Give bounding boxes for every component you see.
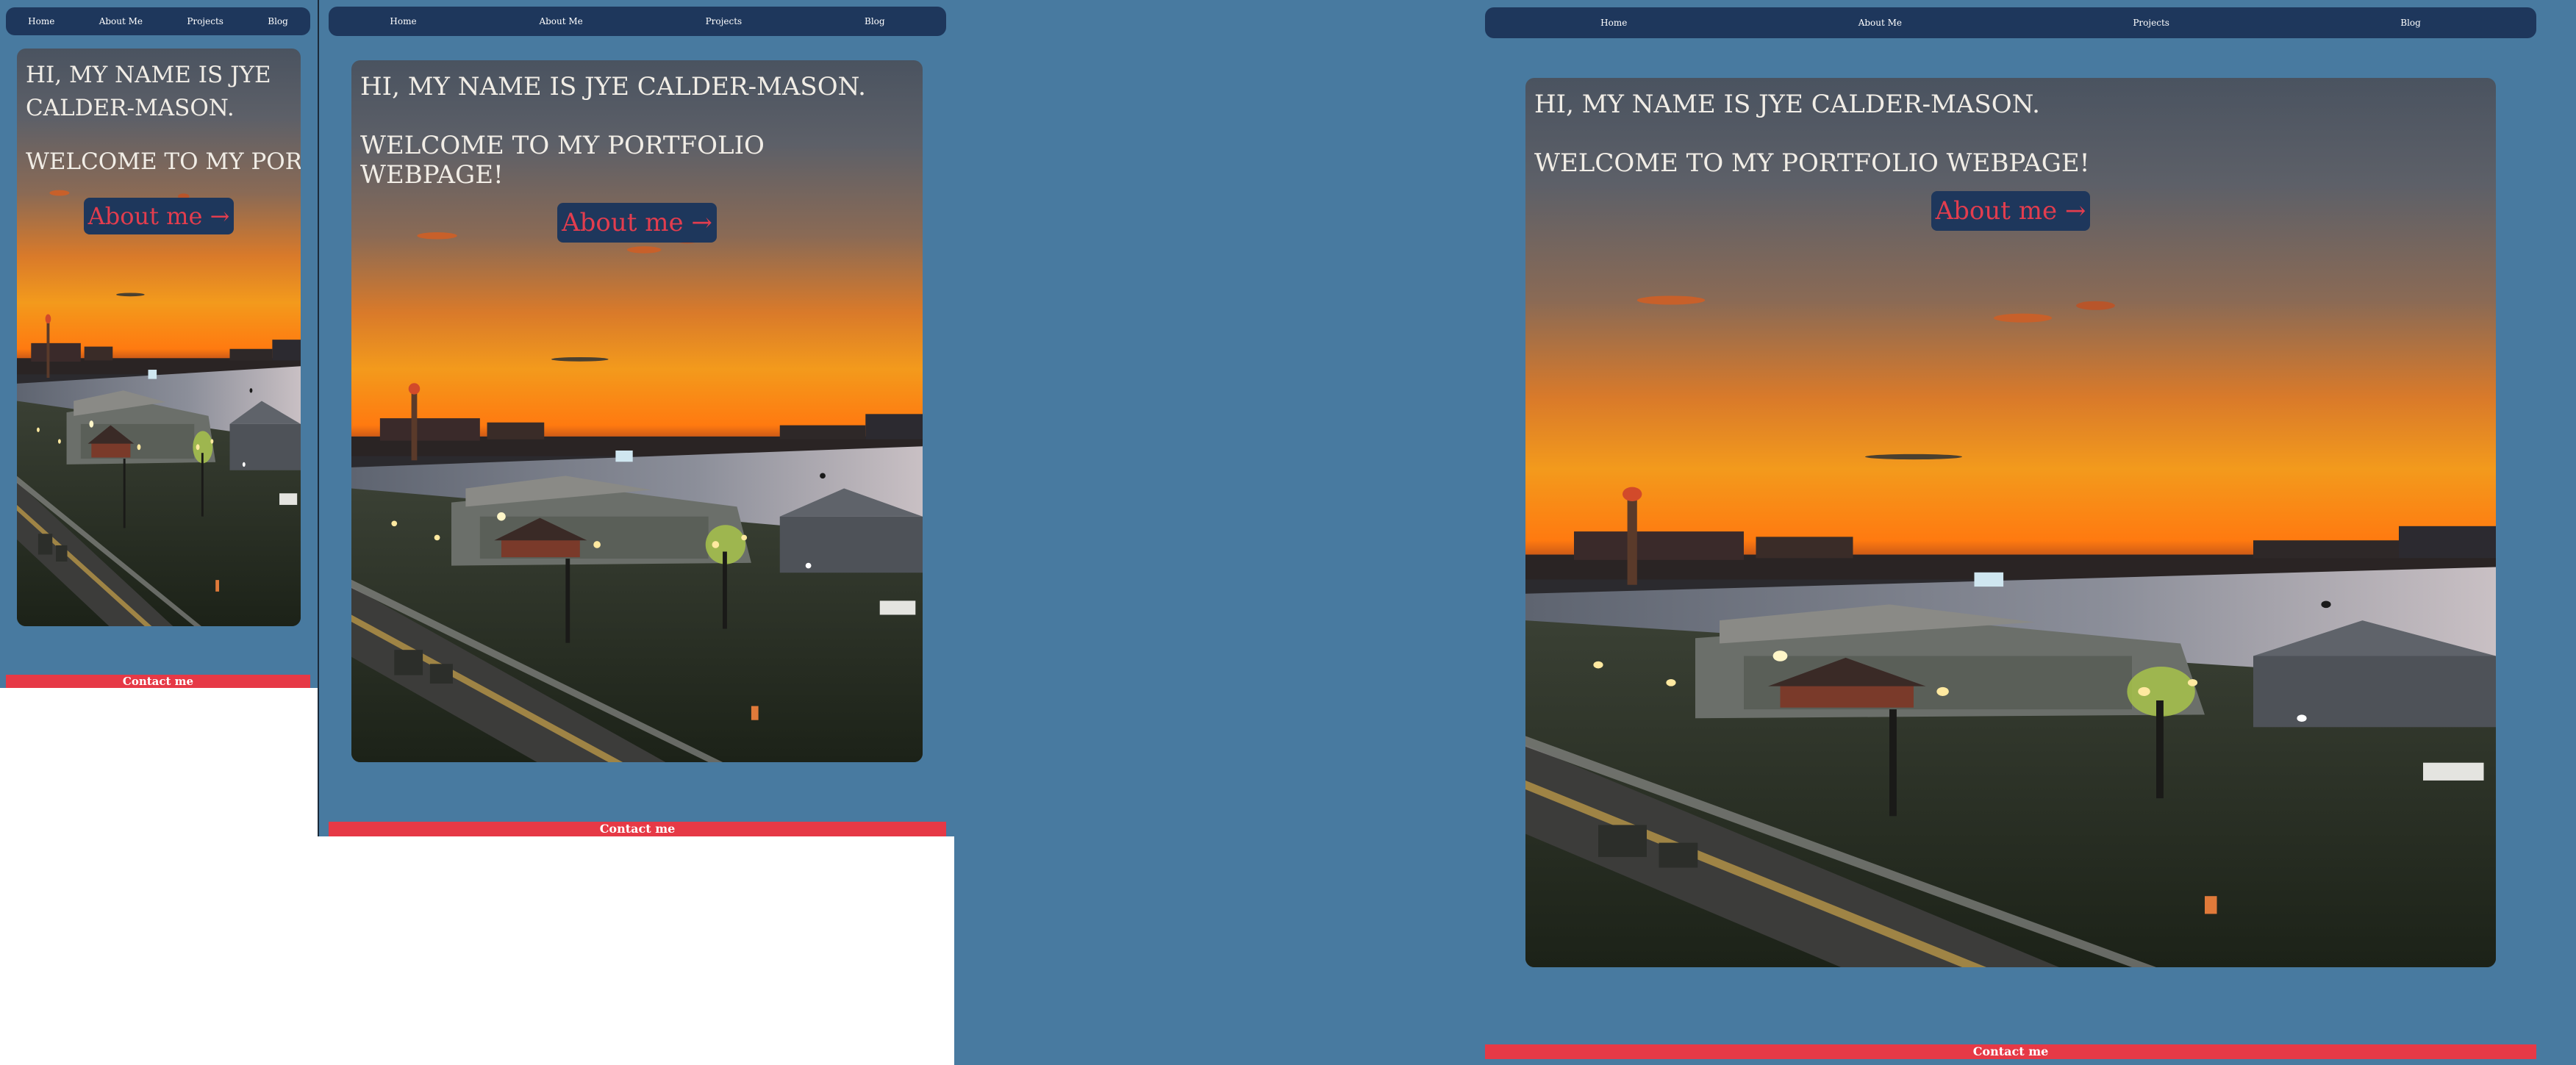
nav-link-blog[interactable]: Blog <box>2400 18 2421 28</box>
hero-section-narrow: HI, MY NAME IS JYE CALDER-MASON. WELCOME… <box>17 49 301 626</box>
hero-section-medium: HI, MY NAME IS JYE CALDER-MASON. WELCOME… <box>351 60 923 762</box>
nav-link-home[interactable]: Home <box>390 16 416 26</box>
about-me-button[interactable]: About me → <box>1931 191 2091 231</box>
hero-welcome: WELCOME TO MY PORTFOLIO WEBPAGE! <box>360 131 765 190</box>
hero-welcome: WELCOME TO MY PORTFOLIO WEBPAGE! <box>1534 148 2090 178</box>
hero-welcome: WELCOME TO MY PORTFOLIO WEBPAGE! <box>26 148 301 175</box>
about-me-button[interactable]: About me → <box>83 198 235 234</box>
nav-link-home[interactable]: Home <box>28 16 54 26</box>
contact-me-bar-narrow[interactable]: Contact me <box>6 675 310 688</box>
nav-bar-wide: Home About Me Projects Blog <box>1485 7 2536 38</box>
nav-link-about[interactable]: About Me <box>1858 18 1902 28</box>
hero-greeting: HI, MY NAME IS JYE CALDER-MASON. <box>26 62 271 121</box>
nav-link-about[interactable]: About Me <box>99 16 143 26</box>
nav-bar-medium: Home About Me Projects Blog <box>329 7 946 36</box>
nav-link-home[interactable]: Home <box>1600 18 1627 28</box>
contact-me-bar-medium[interactable]: Contact me <box>329 822 946 836</box>
about-me-button[interactable]: About me → <box>557 203 717 243</box>
nav-bar-narrow: Home About Me Projects Blog <box>6 7 310 35</box>
hero-greeting: HI, MY NAME IS JYE CALDER-MASON. <box>1534 90 2040 119</box>
hero-section-wide: HI, MY NAME IS JYE CALDER-MASON. WELCOME… <box>1525 78 2496 967</box>
contact-me-bar-wide[interactable]: Contact me <box>1485 1044 2536 1059</box>
hero-greeting: HI, MY NAME IS JYE CALDER-MASON. <box>360 72 866 101</box>
nav-link-blog[interactable]: Blog <box>268 16 288 26</box>
nav-link-about[interactable]: About Me <box>539 16 582 26</box>
nav-link-blog[interactable]: Blog <box>865 16 885 26</box>
nav-link-projects[interactable]: Projects <box>187 16 223 26</box>
nav-link-projects[interactable]: Projects <box>706 16 743 26</box>
nav-link-projects[interactable]: Projects <box>2133 18 2169 28</box>
